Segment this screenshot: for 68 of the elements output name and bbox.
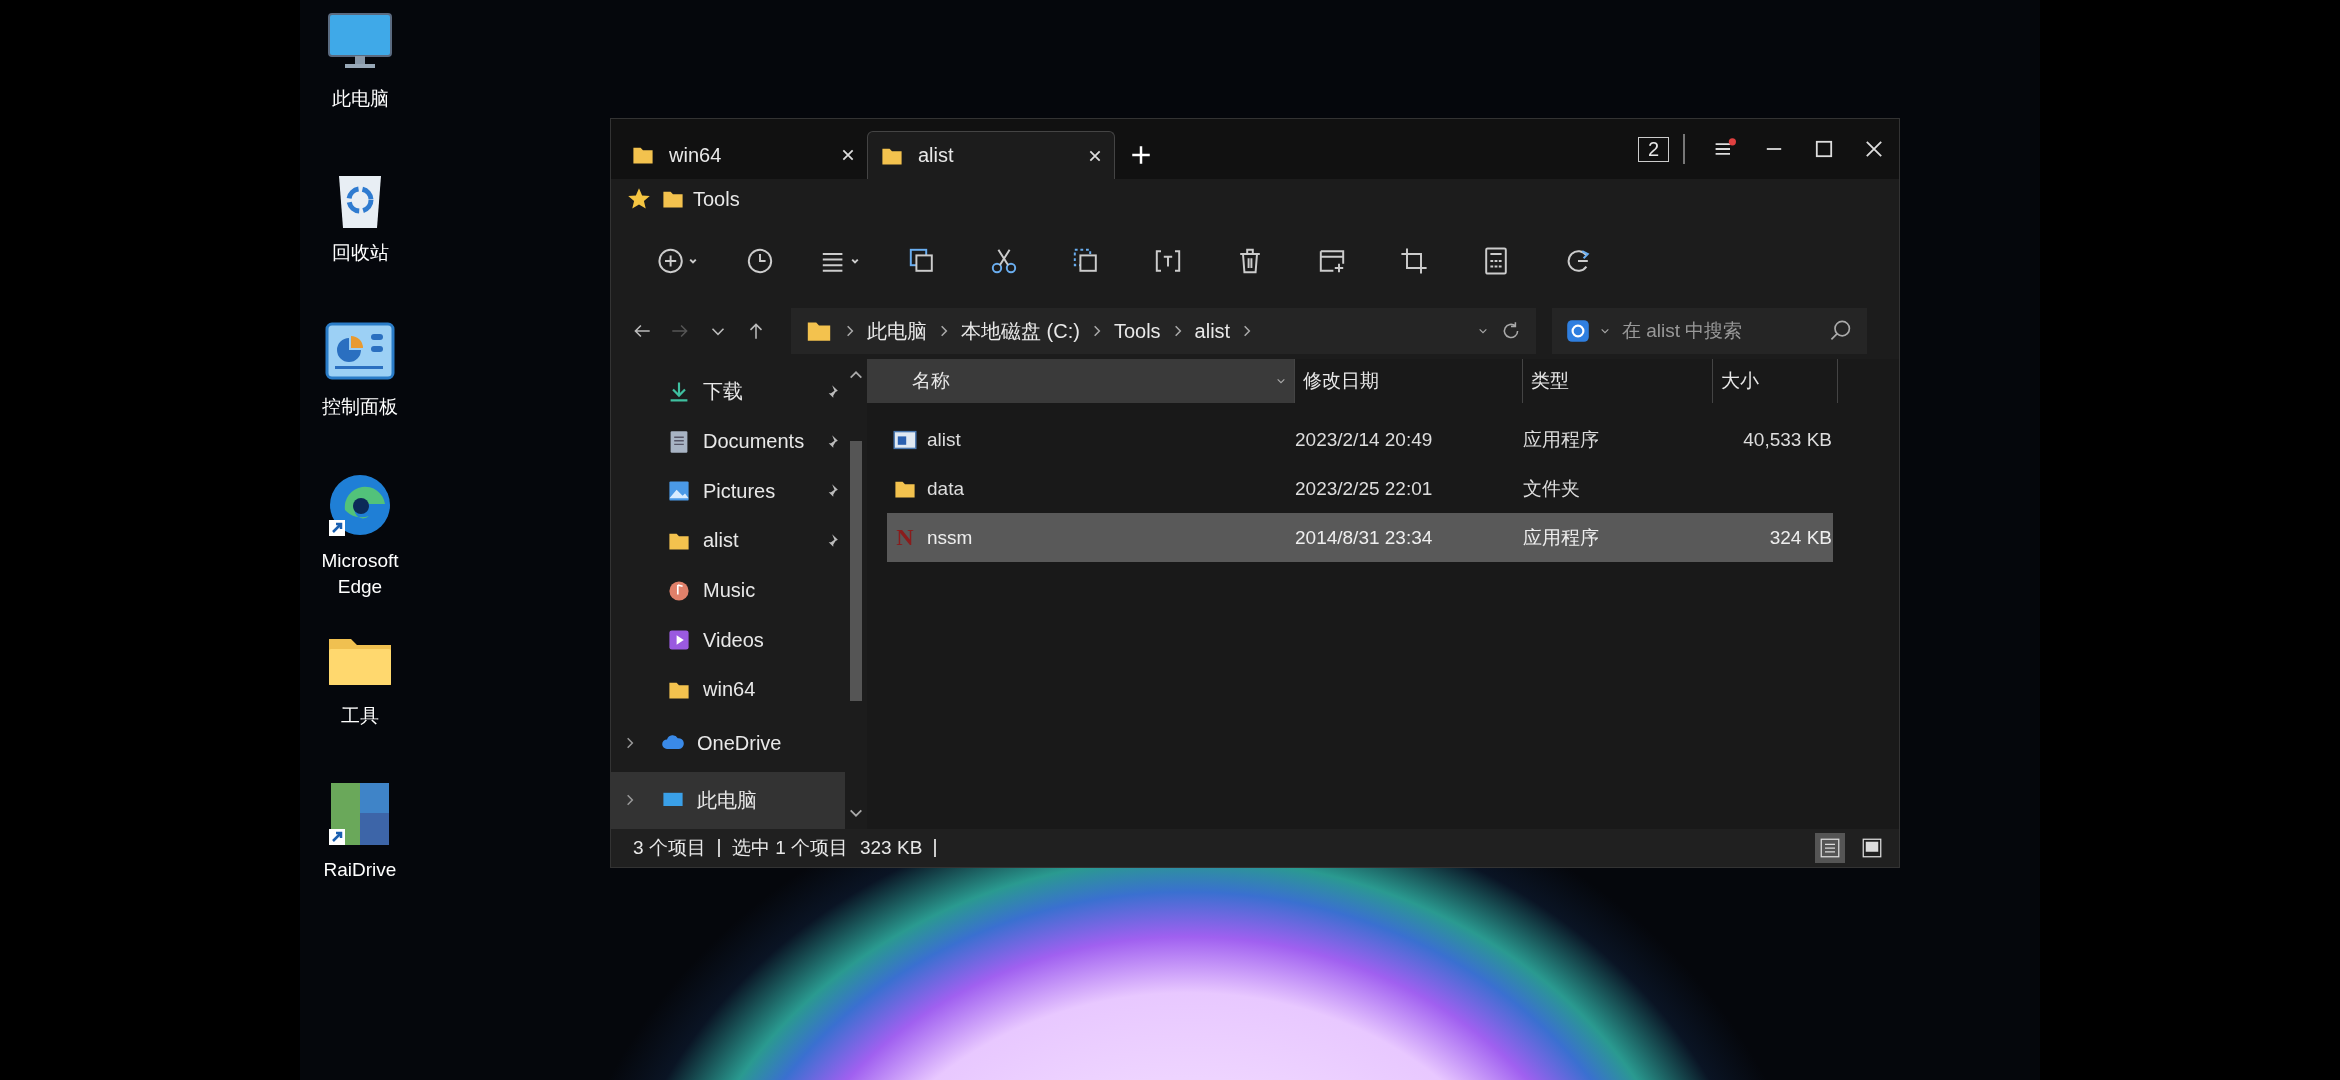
file-row[interactable]: alist 2023/2/14 20:49 应用程序 40,533 KB bbox=[887, 415, 1833, 464]
file-type: 文件夹 bbox=[1523, 476, 1580, 501]
desktop-icon-label[interactable]: 工具 bbox=[310, 703, 410, 729]
calculator-icon[interactable] bbox=[1482, 247, 1510, 275]
chevron-right-icon[interactable] bbox=[845, 324, 855, 338]
column-header[interactable]: 名称 bbox=[867, 359, 1295, 403]
clock-icon[interactable] bbox=[746, 247, 774, 275]
star-icon bbox=[627, 187, 651, 211]
file-name: alist bbox=[927, 428, 961, 451]
pictures-icon bbox=[667, 479, 691, 504]
status-text: 323 KB bbox=[860, 837, 923, 859]
desktop-icon-label[interactable]: 控制面板 bbox=[310, 394, 410, 420]
chevron-right-icon[interactable] bbox=[625, 736, 635, 751]
column-header[interactable]: 修改日期 bbox=[1295, 359, 1523, 403]
details-view-button[interactable] bbox=[1815, 833, 1845, 863]
chevron-right-icon[interactable] bbox=[939, 324, 949, 338]
favorite-folder[interactable]: Tools bbox=[661, 187, 740, 211]
file-row[interactable]: data 2023/2/25 22:01 文件夹 bbox=[887, 464, 1833, 513]
status-text: 3 个项目 bbox=[633, 836, 706, 860]
column-header[interactable]: 大小 bbox=[1713, 359, 1838, 403]
sidebar-item[interactable]: Videos bbox=[611, 615, 845, 666]
scrollbar-thumb[interactable] bbox=[850, 441, 862, 701]
column-header[interactable]: 类型 bbox=[1523, 359, 1713, 403]
tab-count[interactable]: 2 bbox=[1637, 136, 1669, 162]
file-name: data bbox=[927, 477, 964, 500]
paste-icon[interactable] bbox=[1072, 247, 1100, 275]
sidebar-item[interactable]: win64 bbox=[611, 665, 845, 715]
videos-icon bbox=[667, 628, 691, 653]
music-icon bbox=[667, 578, 691, 603]
file-type: 应用程序 bbox=[1523, 525, 1599, 550]
sidebar-item[interactable]: 此电脑 bbox=[611, 771, 845, 829]
copy-icon[interactable] bbox=[908, 247, 936, 275]
tab[interactable]: win64 bbox=[619, 131, 867, 179]
file-name: nssm bbox=[927, 526, 973, 549]
file-date: 2014/8/31 23:34 bbox=[1295, 526, 1433, 549]
new-window-icon[interactable] bbox=[1318, 247, 1346, 275]
file-type: 应用程序 bbox=[1523, 427, 1599, 452]
search-field[interactable]: 在 alist 中搜索 bbox=[1620, 319, 1819, 343]
desktop-icon-label[interactable]: Microsoft Edge bbox=[310, 548, 410, 600]
close-icon[interactable] bbox=[841, 148, 855, 162]
status-text: 选中 1 个项目 bbox=[731, 836, 848, 860]
cut-icon[interactable] bbox=[990, 247, 1018, 275]
chevron-right-icon[interactable] bbox=[1172, 324, 1183, 338]
desktop-icon-label[interactable]: 回收站 bbox=[310, 240, 410, 266]
sidebar-item[interactable]: Documents bbox=[611, 416, 845, 467]
chevron-right-icon[interactable] bbox=[1242, 324, 1253, 338]
chevron-right-icon[interactable] bbox=[625, 793, 635, 808]
new-tab-icon[interactable] bbox=[1131, 145, 1151, 165]
sidebar-item[interactable]: OneDrive bbox=[611, 714, 845, 772]
sidebar-item[interactable]: Pictures bbox=[611, 466, 845, 517]
tab[interactable]: alist bbox=[867, 131, 1115, 179]
chevron-right-icon[interactable] bbox=[1091, 324, 1102, 338]
file-date: 2023/2/25 22:01 bbox=[1295, 477, 1433, 500]
rename-icon[interactable] bbox=[1154, 247, 1182, 275]
file-date: 2023/2/14 20:49 bbox=[1295, 428, 1433, 451]
desktop-icon-label[interactable]: RaiDrive bbox=[310, 857, 410, 883]
crop-icon[interactable] bbox=[1400, 247, 1428, 275]
search-box[interactable]: 在 alist 中搜索 bbox=[1552, 308, 1867, 354]
close-icon[interactable] bbox=[1088, 148, 1102, 163]
sidebar-item[interactable]: alist bbox=[611, 516, 845, 566]
address-bar[interactable]: 此电脑 本地磁盘 (C:) Tools alist bbox=[791, 308, 1536, 354]
sidebar-item[interactable]: Music bbox=[611, 565, 845, 616]
file-row[interactable]: N nssm 2014/8/31 23:34 应用程序 324 KB bbox=[887, 513, 1833, 562]
sidebar-item[interactable]: 下载 bbox=[611, 367, 845, 417]
app-letter-icon: N bbox=[893, 524, 917, 551]
file-size: 40,533 KB bbox=[1743, 428, 1832, 451]
file-size: 324 KB bbox=[1769, 526, 1832, 549]
desktop-icon-label[interactable]: 此电脑 bbox=[310, 86, 410, 112]
